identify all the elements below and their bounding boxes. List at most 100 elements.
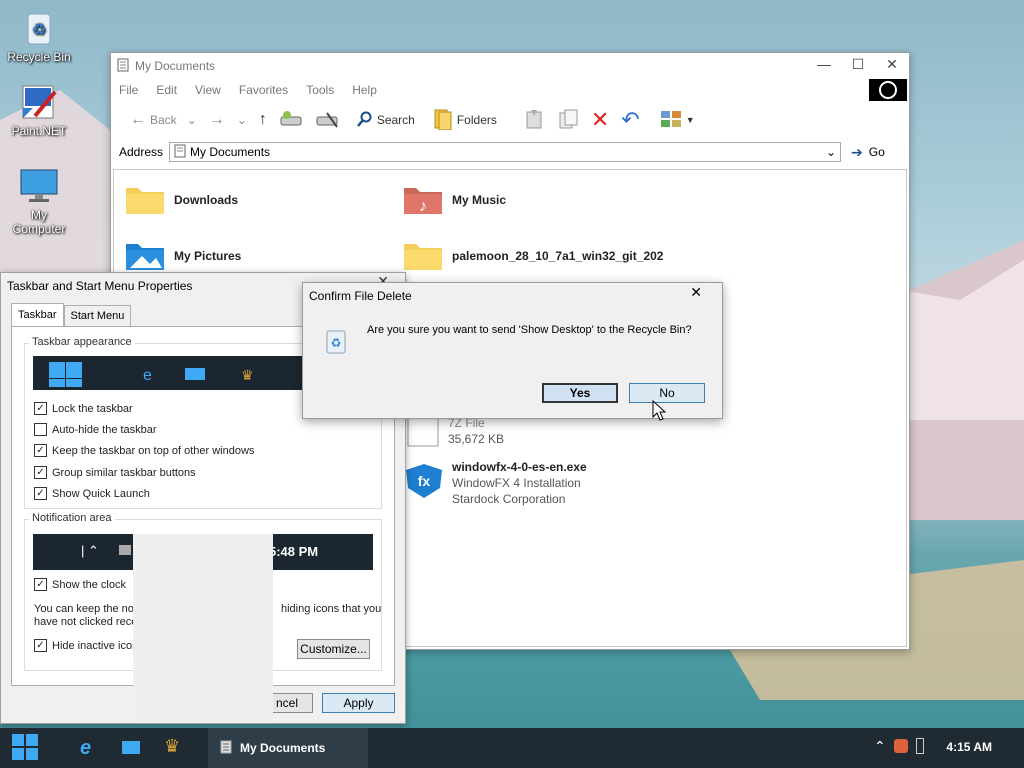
info-text: You can keep the no: [34, 603, 134, 615]
explorer-title: My Documents: [135, 59, 216, 73]
battery-icon[interactable]: [916, 738, 924, 754]
file-size: 35,672 KB: [448, 432, 505, 446]
no-button[interactable]: No: [629, 383, 705, 403]
file-item-my-pictures[interactable]: My Pictures: [124, 236, 241, 275]
desktop-icon-paintnet[interactable]: Paint.NET: [4, 82, 74, 138]
move-to-icon: [523, 108, 545, 133]
tab-start-menu[interactable]: Start Menu: [63, 305, 132, 326]
keep-on-top-checkbox[interactable]: ✓ Keep the taskbar on top of other window…: [34, 444, 254, 457]
folders-label: Folders: [456, 113, 497, 127]
desktop-icon-recycle-bin[interactable]: ♻ Recycle Bin: [4, 8, 74, 64]
lock-taskbar-checkbox[interactable]: ✓ Lock the taskbar: [34, 402, 133, 415]
info-text-2: have not clicked rece: [34, 616, 138, 628]
delete-button[interactable]: ✕: [588, 107, 612, 133]
document-icon: [220, 740, 232, 757]
file-name: My Pictures: [174, 248, 242, 263]
dialog-title: Taskbar and Start Menu Properties: [7, 279, 193, 293]
desktop-icon-label: Recycle Bin: [7, 50, 71, 64]
svg-text:♻: ♻: [331, 336, 342, 350]
tab-taskbar[interactable]: Taskbar: [11, 303, 64, 326]
address-input[interactable]: My Documents ⌄: [169, 142, 842, 162]
views-button[interactable]: ▼: [657, 109, 698, 132]
chevron-up-icon[interactable]: ⌃: [874, 738, 886, 755]
group-label: Notification area: [29, 512, 115, 524]
disconnect-drive-button[interactable]: [312, 109, 342, 132]
quick-launch-checkbox[interactable]: ✓ Show Quick Launch: [34, 487, 150, 500]
recycle-bin-icon: ♻: [325, 329, 347, 358]
menu-help[interactable]: Help: [352, 83, 377, 97]
desktop-icon-my-computer[interactable]: My Computer: [4, 166, 74, 236]
yes-button[interactable]: Yes: [542, 383, 618, 403]
menu-file[interactable]: File: [119, 83, 138, 97]
ie-quicklaunch[interactable]: e: [80, 737, 91, 760]
close-button[interactable]: ✕: [690, 284, 702, 301]
menu-edit[interactable]: Edit: [156, 83, 177, 97]
file-item-windowfx[interactable]: fx windowfx-4-0-es-en.exe WindowFX 4 Ins…: [402, 460, 587, 506]
checkmark-icon: ✓: [34, 444, 47, 457]
undo-icon: ↶: [621, 107, 640, 132]
windowfx-icon: fx: [402, 460, 444, 503]
chevron-down-icon: ⌄: [186, 113, 197, 127]
go-button[interactable]: ➔ Go: [851, 144, 885, 161]
apply-button[interactable]: Apply: [322, 693, 395, 713]
move-to-button[interactable]: [520, 108, 548, 133]
desktop-icon-label: Paint.NET: [11, 124, 67, 138]
network-drive-button[interactable]: [276, 109, 306, 132]
address-value: My Documents: [190, 145, 271, 159]
menu-tools[interactable]: Tools: [306, 83, 334, 97]
file-item-my-music[interactable]: ♪ My Music: [402, 180, 506, 219]
arrow-right-icon: →: [208, 111, 225, 128]
menu-view[interactable]: View: [195, 83, 221, 97]
file-item-palemoon[interactable]: palemoon_28_10_7a1_win32_git_202: [402, 236, 663, 275]
security-tray-icon[interactable]: [894, 739, 908, 753]
file-item-7z[interactable]: 7Z File 35,672 KB: [406, 415, 505, 451]
show-desktop-icon[interactable]: [122, 741, 140, 754]
app-quicklaunch-icon[interactable]: ♛: [164, 736, 180, 757]
taskbar-task-my-documents[interactable]: My Documents: [208, 728, 368, 768]
search-icon: [356, 111, 373, 130]
search-label: Search: [376, 113, 415, 127]
music-folder-icon: ♪: [402, 180, 444, 219]
auto-hide-checkbox[interactable]: Auto-hide the taskbar: [34, 423, 157, 436]
folders-button[interactable]: Folders: [430, 108, 500, 133]
taskbar-clock[interactable]: 4:15 AM: [946, 740, 992, 754]
pictures-folder-icon: [124, 236, 166, 275]
throbber: [869, 79, 907, 101]
svg-text:♛: ♛: [241, 367, 254, 383]
copy-to-button[interactable]: [554, 108, 582, 133]
checkmark-icon: ✓: [34, 578, 47, 591]
windows-logo-icon: [12, 734, 38, 760]
checkbox-label: Group similar taskbar buttons: [52, 466, 196, 479]
close-button[interactable]: ✕: [875, 53, 909, 75]
recycle-bin-icon: ♻: [19, 8, 59, 48]
menu-favorites[interactable]: Favorites: [239, 83, 288, 97]
back-button[interactable]: ← Back ⌄: [127, 111, 200, 129]
blank-overlay: [133, 534, 273, 722]
maximize-button[interactable]: ☐: [841, 53, 875, 75]
chevron-down-icon[interactable]: ⌄: [826, 145, 836, 159]
arrow-up-icon: ↑: [258, 111, 267, 128]
internet-explorer-icon: e: [80, 737, 92, 759]
folder-icon: [124, 180, 166, 219]
file-name: My Music: [452, 192, 507, 207]
hide-inactive-checkbox[interactable]: ✓ Hide inactive icon: [34, 639, 138, 652]
taskbar: e ♛ My Documents ⌃ 4:15 AM: [0, 728, 1024, 768]
group-buttons-checkbox[interactable]: ✓ Group similar taskbar buttons: [34, 466, 196, 479]
search-button[interactable]: Search: [354, 111, 418, 130]
delete-x-icon: ✕: [590, 107, 610, 132]
show-clock-checkbox[interactable]: ✓ Show the clock: [34, 578, 126, 591]
checkbox-label: Keep the taskbar on top of other windows: [52, 444, 255, 457]
checkbox-label: Auto-hide the taskbar: [52, 423, 157, 436]
document-icon: [117, 58, 129, 75]
minimize-button[interactable]: —: [807, 53, 841, 75]
confirm-delete-dialog[interactable]: Confirm File Delete ✕ ♻ Are you sure you…: [302, 282, 723, 419]
customize-button[interactable]: Customize...: [297, 639, 370, 659]
file-item-downloads[interactable]: Downloads: [124, 180, 238, 219]
forward-button[interactable]: → ⌄: [206, 111, 250, 129]
up-button[interactable]: ↑: [256, 111, 270, 129]
undo-button[interactable]: ↶: [618, 107, 642, 133]
checkbox-label: Show Quick Launch: [52, 487, 150, 500]
checkbox-box: [34, 423, 47, 436]
start-button[interactable]: [10, 732, 40, 765]
explorer-titlebar[interactable]: My Documents: [111, 53, 909, 79]
